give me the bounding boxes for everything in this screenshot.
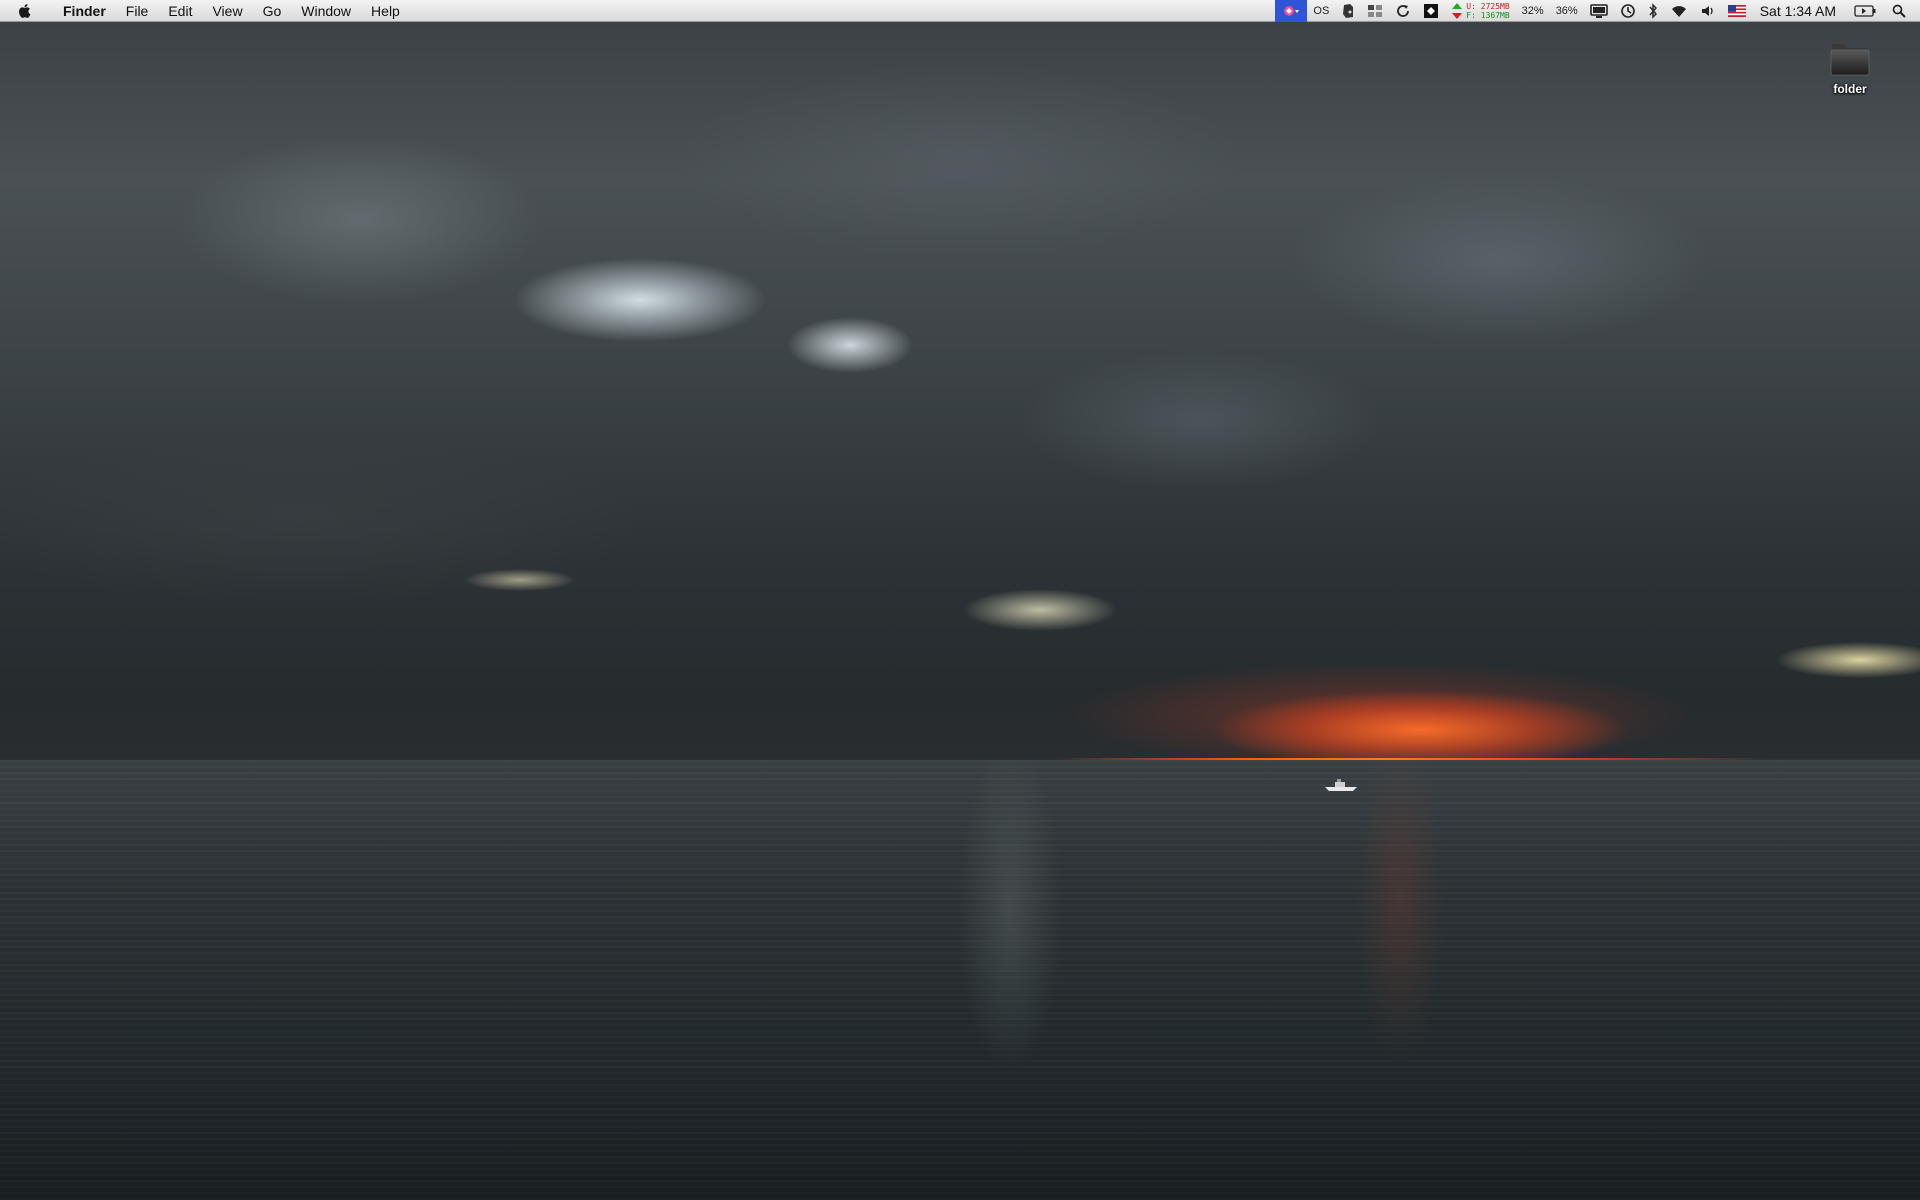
boat-icon: [1325, 779, 1357, 791]
menu-file[interactable]: File: [116, 0, 159, 22]
wallpaper-sky: [0, 0, 1920, 760]
menu-clock[interactable]: Sat 1:34 AM: [1752, 3, 1848, 19]
folder-icon: [1830, 44, 1870, 76]
dropbox-icon[interactable]: [1417, 0, 1445, 22]
desktop-folder-label: folder: [1833, 82, 1867, 96]
spaces-icon[interactable]: [1361, 0, 1389, 22]
cpu-meter-1[interactable]: 32%: [1516, 0, 1550, 22]
menu-help[interactable]: Help: [361, 0, 410, 22]
apple-logo-icon[interactable]: [17, 0, 37, 22]
menu-bar: Finder File Edit View Go Window Help OS: [0, 0, 1920, 22]
wallpaper-sea: [0, 760, 1920, 1200]
os-icon[interactable]: OS: [1307, 0, 1335, 22]
us-flag-icon[interactable]: [1722, 0, 1752, 22]
memory-readout: U: 2725MB F: 1367MB: [1466, 2, 1509, 20]
menu-edit[interactable]: Edit: [158, 0, 202, 22]
sync-icon[interactable]: [1389, 0, 1417, 22]
wifi-icon[interactable]: [1664, 0, 1694, 22]
os-label: OS: [1313, 5, 1330, 17]
desktop-wallpaper: [0, 0, 1920, 1200]
memory-monitor[interactable]: U: 2725MB F: 1367MB: [1445, 0, 1515, 22]
spotlight-icon[interactable]: [1882, 0, 1920, 22]
desktop-folder[interactable]: folder: [1820, 38, 1880, 96]
battery-icon[interactable]: [1848, 0, 1882, 22]
menu-view[interactable]: View: [202, 0, 252, 22]
display-icon[interactable]: [1584, 0, 1614, 22]
time-machine-icon[interactable]: [1614, 0, 1642, 22]
evernote-icon[interactable]: [1335, 0, 1361, 22]
memory-arrows-icon: [1452, 3, 1463, 19]
volume-icon[interactable]: [1694, 0, 1722, 22]
memory-free: F: 1367MB: [1466, 11, 1510, 20]
app-status-icon[interactable]: [1275, 0, 1308, 22]
menu-window[interactable]: Window: [291, 0, 361, 22]
cpu-meter-2[interactable]: 36%: [1550, 0, 1584, 22]
bluetooth-icon[interactable]: [1642, 0, 1664, 22]
menu-app-name[interactable]: Finder: [53, 0, 116, 22]
memory-used: U: 2725MB: [1466, 2, 1510, 11]
menu-go[interactable]: Go: [253, 0, 292, 22]
